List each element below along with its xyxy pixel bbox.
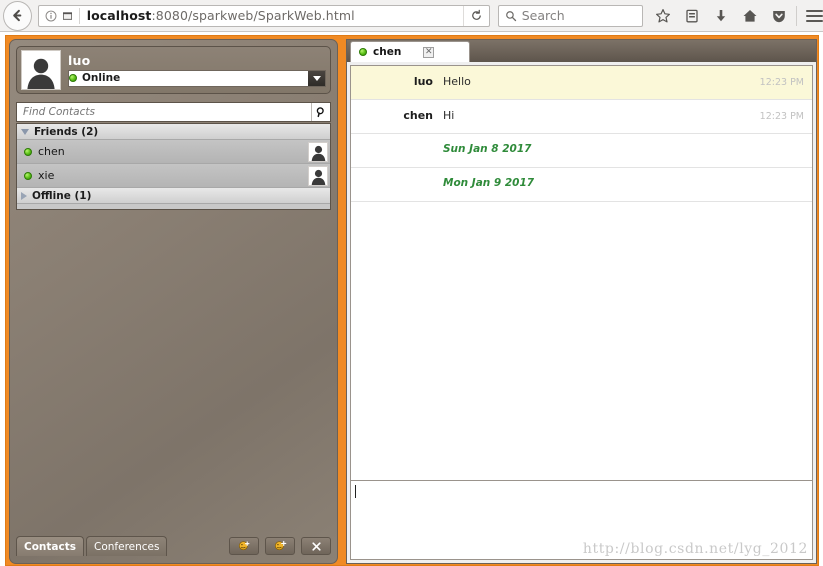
find-contacts-box[interactable] [16,102,331,122]
chevron-down-icon[interactable] [308,71,325,86]
contact-name: xie [38,169,308,182]
add-group-icon [273,540,288,552]
message-timestamp: 12:23 PM [760,77,804,88]
library-icon [684,8,700,24]
chat-transcript[interactable]: luo Hello 12:23 PM chen Hi 12:23 PM Sun … [350,65,813,502]
presence-dot-online-icon [69,74,77,82]
date-label: Mon Jan 9 2017 [351,177,534,189]
back-arrow-icon [10,8,25,23]
message-sender: chen [351,109,433,122]
presence-dot-online-icon [359,48,367,56]
close-icon [311,541,322,552]
roster-action-buttons [229,537,331,555]
library-button[interactable] [684,7,701,24]
hamburger-menu-icon [806,10,823,12]
message-timestamp: 12:23 PM [760,111,804,122]
message-sender: luo [351,75,433,88]
search-bar[interactable]: Search [498,5,643,27]
url-host: localhost [87,8,152,23]
close-roster-button[interactable] [301,537,331,555]
page-content: luo Online [0,32,823,566]
group-label: Friends (2) [34,126,98,138]
search-icon [315,106,327,118]
contact-list[interactable]: Friends (2) chen xie [16,123,331,210]
page-identity-icon [61,10,74,22]
roster-footer: Contacts Conferences [16,535,331,557]
avatar[interactable] [308,142,328,162]
presence-dot-online-icon [24,172,32,180]
menu-button[interactable] [806,10,823,22]
status-dropdown[interactable]: Online [68,70,326,87]
contact-name: chen [38,145,308,158]
chat-date-separator: Mon Jan 9 2017 [351,168,812,202]
watermark-text: http://blog.csdn.net/lyg_2012 [583,541,808,557]
user-avatar-icon [310,144,327,161]
profile-details: luo Online [68,54,326,87]
reload-icon [470,9,483,22]
browser-toolbar: localhost:8080/sparkweb/SparkWeb.html Se… [0,0,823,32]
chat-message: chen Hi 12:23 PM [351,100,812,134]
bookmark-button[interactable] [655,7,672,24]
tab-contacts[interactable]: Contacts [16,536,84,556]
reload-button[interactable] [463,6,489,26]
avatar[interactable] [21,50,61,90]
date-label: Sun Jan 8 2017 [351,143,531,155]
toolbar-divider [796,6,797,26]
home-button[interactable] [742,7,759,24]
sparkweb-app-frame: luo Online [5,35,819,566]
user-avatar-icon [310,168,327,185]
add-contact-button[interactable] [229,537,259,555]
add-group-button[interactable] [265,537,295,555]
contact-row[interactable]: xie [17,164,330,188]
group-label: Offline (1) [32,190,91,202]
identity-box[interactable] [39,8,80,24]
message-text: Hi [433,109,760,122]
close-tab-button[interactable]: ✕ [423,47,434,58]
profile-username: luo [68,54,326,68]
address-bar[interactable]: localhost:8080/sparkweb/SparkWeb.html [38,5,490,27]
star-icon [655,8,671,24]
presence-dot-online-icon [24,148,32,156]
contact-group-offline[interactable]: Offline (1) [17,188,330,204]
chat-tab-label: chen [373,46,401,58]
shield-icon [771,8,787,24]
contact-group-friends[interactable]: Friends (2) [17,124,330,140]
find-contacts-input[interactable] [17,105,311,119]
roster-window: luo Online [9,39,338,564]
status-label: Online [82,72,120,84]
chat-tab-chen[interactable]: chen ✕ [350,41,470,62]
add-contact-icon [237,540,252,552]
url-path: :8080/sparkweb/SparkWeb.html [152,8,355,23]
search-input[interactable]: Search [522,8,565,23]
chat-window: chen ✕ luo Hello 12:23 PM chen Hi 12:23 … [346,39,817,564]
pocket-button[interactable] [771,7,788,24]
tab-conferences[interactable]: Conferences [86,536,167,556]
back-button[interactable] [3,1,32,31]
avatar[interactable] [308,166,328,186]
browser-action-icons [655,7,788,24]
message-text: Hello [433,75,760,88]
text-cursor [355,485,356,498]
find-contacts-button[interactable] [311,103,330,121]
contact-row[interactable]: chen [17,140,330,164]
chat-tab-bar: chen ✕ [347,40,816,62]
download-arrow-icon [713,8,729,24]
user-avatar-icon [24,55,58,89]
home-icon [742,8,758,24]
message-input[interactable]: http://blog.csdn.net/lyg_2012 [350,480,813,560]
chat-date-separator: Sun Jan 8 2017 [351,134,812,168]
search-icon [505,10,517,22]
profile-panel: luo Online [16,46,331,94]
chat-message: luo Hello 12:23 PM [351,66,812,100]
info-icon [45,10,57,22]
downloads-button[interactable] [713,7,730,24]
chevron-right-icon [21,192,27,200]
chevron-down-icon [21,129,29,135]
url-text: localhost:8080/sparkweb/SparkWeb.html [80,8,355,23]
